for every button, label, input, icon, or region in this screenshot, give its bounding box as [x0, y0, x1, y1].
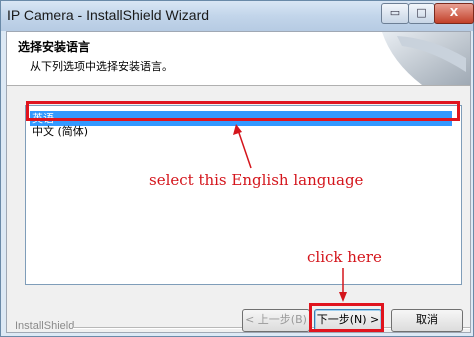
wizard-header: 选择安装语言 从下列选项中选择安装语言。 — [7, 32, 470, 86]
select-english-annotation: select this English language — [149, 171, 364, 189]
page-title: 选择安装语言 — [18, 40, 91, 54]
installer-window: IP Camera - InstallShield Wizard ▭ □ X 选… — [0, 0, 474, 337]
click-here-annotation: click here — [307, 248, 382, 266]
title-bar[interactable]: IP Camera - InstallShield Wizard ▭ □ X — [1, 1, 474, 31]
installshield-label: InstallShield — [15, 320, 75, 332]
wizard-banner-art — [382, 32, 470, 85]
back-button[interactable]: < 上一步(B) — [242, 309, 310, 332]
next-highlight-box — [309, 303, 384, 332]
window-title: IP Camera - InstallShield Wizard — [7, 7, 210, 23]
language-option-chinese[interactable]: 中文 (简体) — [30, 124, 452, 139]
language-listbox[interactable]: 英语 中文 (简体) — [25, 105, 462, 285]
maximize-button[interactable]: □ — [408, 3, 435, 24]
page-subtitle: 从下列选项中选择安装语言。 — [30, 60, 173, 73]
english-highlight-box — [26, 101, 460, 121]
minimize-button[interactable]: ▭ — [381, 3, 409, 24]
cancel-button[interactable]: 取消 — [391, 309, 463, 332]
close-button[interactable]: X — [434, 3, 474, 24]
